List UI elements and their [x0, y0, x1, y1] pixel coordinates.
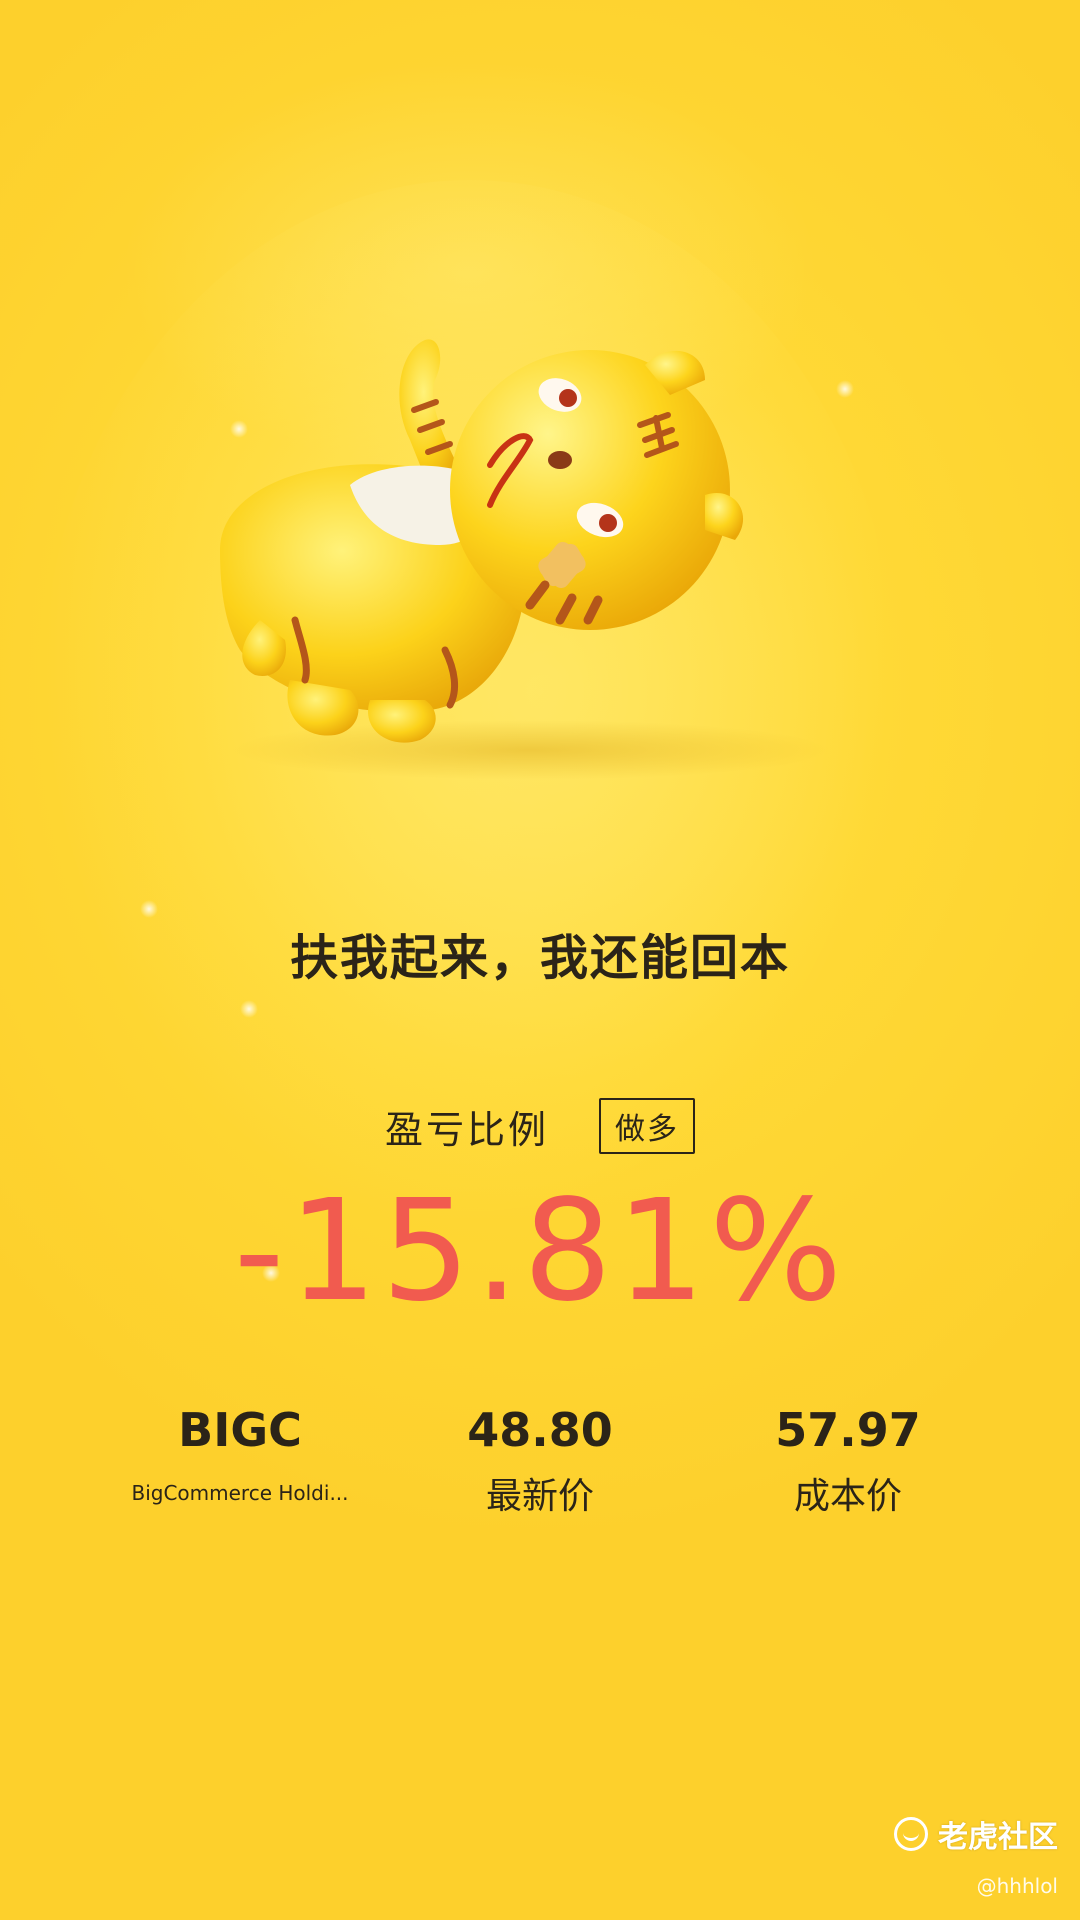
brand-logo-row: 老虎社区 [894, 1812, 1058, 1856]
user-watermark: @hhhlol [976, 1874, 1058, 1898]
brand-name: 老虎社区 [938, 1820, 1058, 1855]
headline: 扶我起来，我还能回本 [289, 930, 790, 986]
last-price-label: 最新价 [485, 1476, 594, 1517]
stock-symbol: BIGC [178, 1403, 302, 1457]
sparkle-decoration [140, 900, 158, 918]
tiger-logo-icon [894, 1817, 928, 1851]
tiger-mascot-illustration [220, 339, 830, 780]
sparkle-decoration [240, 1000, 258, 1018]
pnl-ratio-row: 盈亏比例 做多 [0, 1098, 1080, 1154]
last-price-value: 48.80 [467, 1403, 613, 1457]
pnl-percent: -15.81% [233, 1170, 847, 1333]
position-stats: BIGC BigCommerce Holdi... 48.80 最新价 57.9… [0, 1400, 1080, 1540]
position-direction-badge: 做多 [599, 1098, 695, 1154]
stock-symbol-block: BIGC BigCommerce Holdi... [110, 1400, 370, 1508]
last-price-block: 48.80 最新价 [440, 1400, 640, 1520]
cost-price-block: 57.97 成本价 [748, 1400, 948, 1520]
cost-price-value: 57.97 [775, 1403, 921, 1457]
cost-price-label: 成本价 [793, 1476, 902, 1517]
company-name: BigCommerce Holdi... [131, 1481, 349, 1505]
pnl-ratio-label: 盈亏比例 [384, 1107, 549, 1152]
